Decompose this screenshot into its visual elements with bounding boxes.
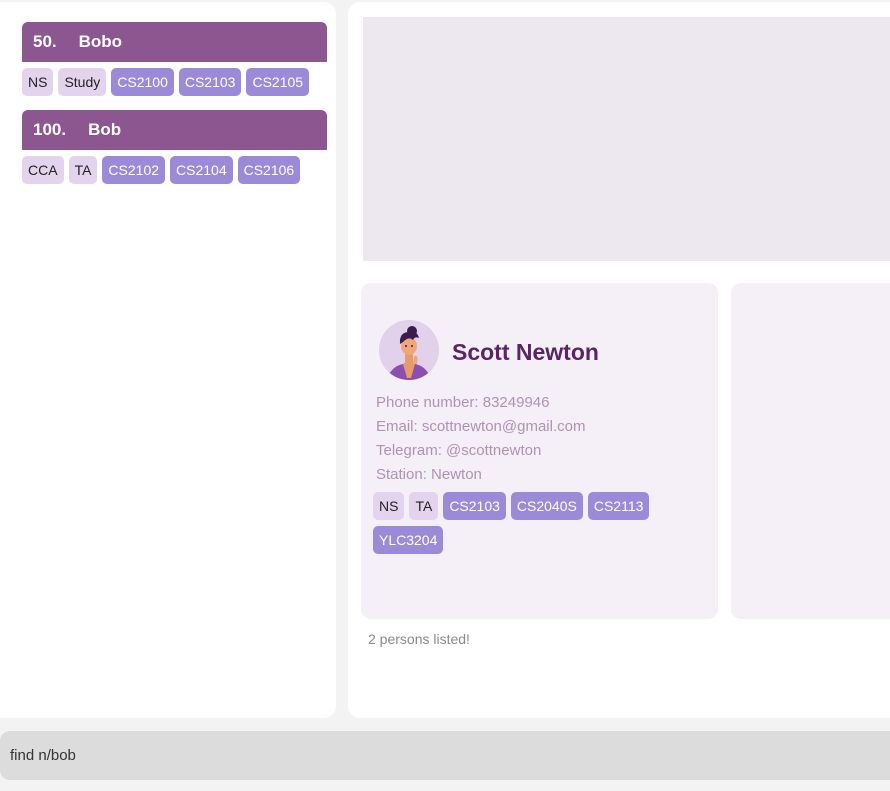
tag-row: NS Study CS2100 CS2103 CS2105 (22, 68, 327, 96)
person-index: 50. (33, 32, 57, 51)
tag: TA (68, 156, 98, 184)
person-list-item-header[interactable]: 100. Bob (22, 110, 327, 150)
tag: NS (22, 68, 54, 96)
person-avatar-icon (379, 320, 439, 380)
email-text: Email: scottnewton@gmail.com (376, 418, 586, 435)
person-name: Bob (88, 120, 122, 139)
command-input[interactable] (10, 747, 810, 764)
module-tag: CS2103 (178, 68, 242, 96)
person-list-item-header[interactable]: 50. Bobo (22, 22, 327, 62)
person-list-item[interactable]: 50. Bobo NS Study CS2100 CS2103 CS2105 (22, 22, 327, 96)
detail-panel: Scott Newton Phone number: 83249946 Emai… (348, 2, 890, 718)
tag: NS (373, 492, 405, 520)
banner-area (363, 17, 890, 261)
module-tag: CS2105 (246, 68, 310, 96)
person-list-item[interactable]: 100. Bob CCA TA CS2102 CS2104 CS2106 (22, 110, 327, 184)
person-detail-name: Scott Newton (452, 339, 599, 365)
module-tag: CS2040S (510, 492, 583, 520)
person-name: Bobo (78, 32, 123, 51)
tag: Study (58, 68, 107, 96)
phone-text: Phone number: 83249946 (376, 394, 550, 411)
command-box[interactable] (0, 731, 890, 780)
module-tag: CS2113 (587, 492, 650, 520)
person-index: 100. (33, 120, 67, 139)
person-list-panel[interactable]: 50. Bobo NS Study CS2100 CS2103 CS2105 1… (0, 2, 336, 718)
module-tag: CS2100 (111, 68, 174, 96)
app-window: 50. Bobo NS Study CS2100 CS2103 CS2105 1… (0, 0, 890, 791)
tag: TA (409, 492, 439, 520)
module-tag: CS2102 (102, 156, 166, 184)
module-tag: CS2104 (170, 156, 233, 184)
person-detail-card[interactable]: Scott Newton Phone number: 83249946 Emai… (361, 283, 718, 619)
avatar (379, 320, 439, 380)
person-detail-card-secondary[interactable] (731, 283, 890, 619)
person-detail-tags: NS TA CS2103 CS2040S CS2113 YLC3204 (373, 492, 673, 554)
module-tag: CS2103 (443, 492, 506, 520)
module-tag: CS2106 (237, 156, 301, 184)
status-message: 2 persons listed! (368, 631, 470, 647)
station-text: Station: Newton (376, 466, 482, 483)
tag: CCA (22, 156, 64, 184)
telegram-text: Telegram: @scottnewton (376, 442, 542, 459)
module-tag: YLC3204 (373, 526, 444, 554)
tag-row: CCA TA CS2102 CS2104 CS2106 (22, 156, 327, 184)
